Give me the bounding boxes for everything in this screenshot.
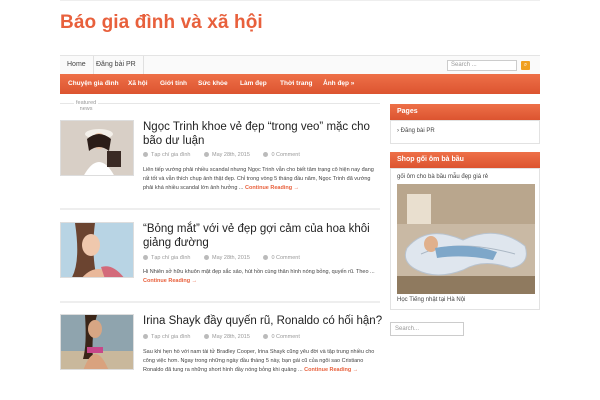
pages-widget-title: Pages bbox=[390, 104, 540, 120]
post-date: May 28th, 2015 bbox=[211, 152, 250, 158]
post-comments[interactable]: 0 Comment bbox=[271, 334, 299, 340]
post-meta: Tạp chí gia đình May 28th, 2015 0 Commen… bbox=[143, 334, 312, 340]
post-date: May 28th, 2015 bbox=[211, 255, 250, 261]
post-separator bbox=[60, 301, 380, 303]
post-thumbnail[interactable] bbox=[60, 222, 134, 278]
main-nav-lam-dep[interactable]: Làm đẹp bbox=[240, 74, 267, 94]
post-meta: Tạp chí gia đình May 28th, 2015 0 Commen… bbox=[143, 152, 312, 158]
post-meta: Tạp chí gia đình May 28th, 2015 0 Commen… bbox=[143, 255, 312, 261]
top-nav: Home Đăng bài PR Search ... ⌕ bbox=[60, 55, 540, 75]
main-nav-suc-khoe[interactable]: Sức khỏe bbox=[198, 74, 228, 94]
top-nav-dang-bai-pr[interactable]: Đăng bài PR bbox=[89, 56, 144, 74]
post-comments[interactable]: 0 Comment bbox=[271, 152, 299, 158]
sidebar-search-input[interactable]: Search... bbox=[390, 322, 464, 336]
main-nav-chuyen-gia-dinh[interactable]: Chuyện gia đình bbox=[68, 74, 119, 94]
shop-widget-title: Shop gối ôm bà bầu bbox=[390, 152, 540, 168]
calendar-icon bbox=[203, 334, 209, 340]
post-separator bbox=[60, 208, 380, 210]
comment-icon bbox=[263, 255, 269, 261]
post-thumbnail-image bbox=[61, 223, 133, 277]
calendar-icon bbox=[203, 152, 209, 158]
main-nav-anh-dep[interactable]: Ảnh đẹp » bbox=[323, 74, 354, 94]
calendar-icon bbox=[203, 255, 209, 261]
post-thumbnail-image bbox=[61, 121, 133, 175]
shop-widget: gối ôm cho bà bầu mẫu đẹp giá rẻ Học Tiế… bbox=[390, 168, 540, 310]
post-thumbnail[interactable] bbox=[60, 314, 134, 370]
post-thumbnail[interactable] bbox=[60, 120, 134, 176]
main-nav-gioi-tinh[interactable]: Giới tính bbox=[160, 74, 187, 94]
post-excerpt: Hi Nhiên sở hữu khuôn mặt đẹp sắc sảo, h… bbox=[143, 269, 375, 284]
post-date: May 28th, 2015 bbox=[211, 334, 250, 340]
featured-divider bbox=[60, 103, 380, 104]
continue-reading-link[interactable]: Continue Reading → bbox=[143, 278, 197, 284]
post-comments[interactable]: 0 Comment bbox=[271, 255, 299, 261]
main-nav: Chuyện gia đình Xã hội Giới tính Sức khỏ… bbox=[60, 74, 540, 94]
site-title[interactable]: Báo gia đình và xã hội bbox=[60, 12, 263, 34]
continue-reading-link[interactable]: Continue Reading → bbox=[245, 185, 299, 191]
post-category[interactable]: Tạp chí gia đình bbox=[151, 334, 190, 340]
user-icon bbox=[143, 255, 148, 261]
post-thumbnail-image bbox=[61, 315, 133, 369]
main-nav-thoi-trang[interactable]: Thời trang bbox=[280, 74, 312, 94]
post-excerpt: Liên tiếp vướng phải nhiều scandal nhưng… bbox=[143, 167, 374, 191]
post-title[interactable]: “Bỏng mắt” với vẻ đẹp gợi cảm của hoa kh… bbox=[143, 222, 383, 250]
user-icon bbox=[143, 334, 148, 340]
comment-icon bbox=[263, 334, 269, 340]
search-icon[interactable]: ⌕ bbox=[521, 61, 530, 70]
shop-caption-link[interactable]: gối ôm cho bà bầu mẫu đẹp giá rẻ bbox=[397, 174, 488, 180]
post-title[interactable]: Ngọc Trinh khoe vẻ đẹp “trong veo” mặc c… bbox=[143, 120, 383, 148]
chevron-right-icon: › bbox=[397, 128, 399, 134]
featured-label: featured news bbox=[74, 100, 99, 112]
post-category[interactable]: Tạp chí gia đình bbox=[151, 152, 190, 158]
pages-widget: › Đăng bài PR bbox=[390, 120, 540, 144]
shop-footer-link[interactable]: Học Tiếng nhật tại Hà Nội bbox=[397, 297, 465, 303]
post-title[interactable]: Irina Shayk đầy quyến rũ, Ronaldo có hối… bbox=[143, 314, 383, 328]
top-search-input[interactable]: Search ... bbox=[447, 60, 517, 71]
user-icon bbox=[143, 152, 148, 158]
post-excerpt: Sau khi hẹn hò với nam tài tử Bradley Co… bbox=[143, 349, 375, 373]
continue-reading-link[interactable]: Continue Reading → bbox=[304, 367, 358, 373]
post-category[interactable]: Tạp chí gia đình bbox=[151, 255, 190, 261]
sidebar-item-dang-bai-pr[interactable]: › Đăng bài PR bbox=[397, 128, 435, 134]
top-rule bbox=[60, 0, 540, 1]
pillow-product-image[interactable] bbox=[397, 184, 535, 294]
main-nav-xa-hoi[interactable]: Xã hội bbox=[128, 74, 148, 94]
page: Báo gia đình và xã hội Home Đăng bài PR … bbox=[60, 0, 540, 400]
comment-icon bbox=[263, 152, 269, 158]
